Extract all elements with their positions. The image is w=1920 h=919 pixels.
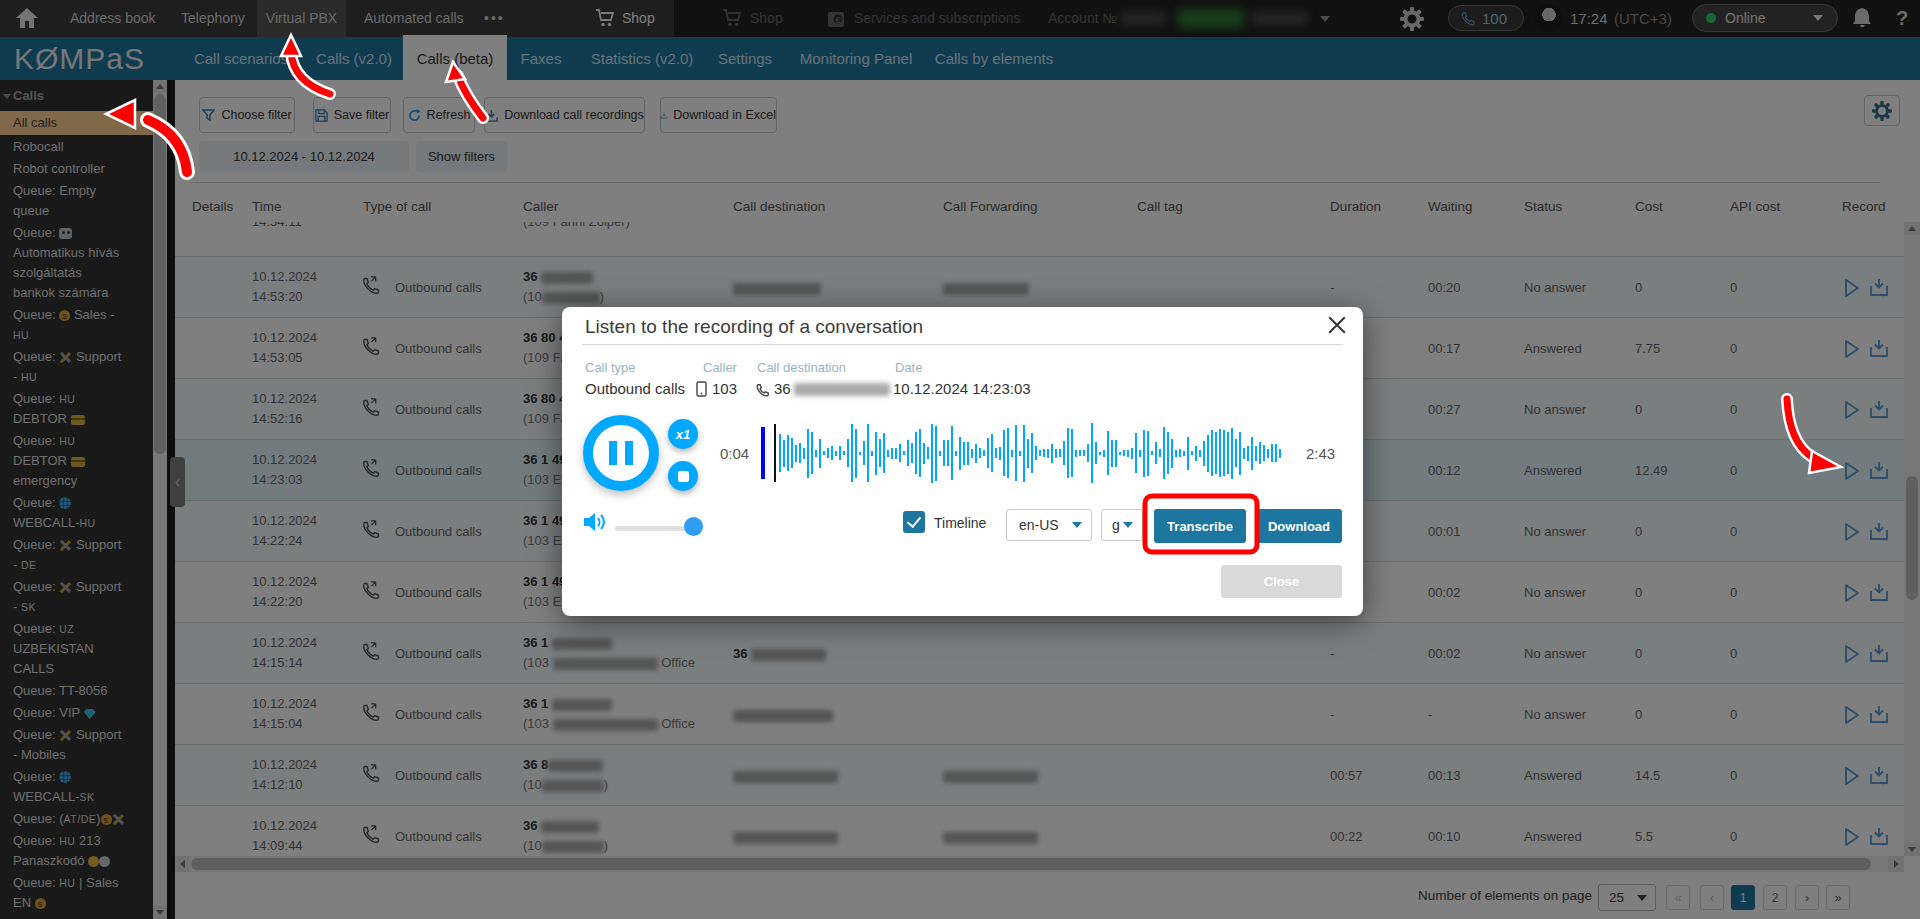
mobile-phone-icon xyxy=(696,381,707,397)
recording-modal: Listen to the recording of a conversatio… xyxy=(562,307,1363,616)
gender-chevron-down-icon xyxy=(1123,522,1133,528)
date-value: 10.12.2024 14:23:03 xyxy=(893,380,1031,397)
close-button[interactable]: Close xyxy=(1221,565,1342,598)
waveform-cursor[interactable] xyxy=(774,424,776,482)
modal-close-icon[interactable] xyxy=(1327,315,1347,335)
elapsed-time: 0:04 xyxy=(720,445,749,462)
pause-button[interactable] xyxy=(583,415,659,491)
date-label: Date xyxy=(895,360,922,375)
speaker-icon[interactable] xyxy=(582,510,608,534)
timeline-checkbox[interactable] xyxy=(903,511,925,533)
dest-value-redacted xyxy=(794,383,890,396)
transcribe-button[interactable]: Transcribe xyxy=(1154,509,1246,543)
speed-button[interactable]: x1 xyxy=(668,419,698,449)
waveform[interactable] xyxy=(779,421,1283,485)
call-type-label: Call type xyxy=(585,360,636,375)
caller-label: Caller xyxy=(703,360,737,375)
dest-value-prefix: 36 xyxy=(774,380,791,397)
handset-icon xyxy=(756,383,770,397)
call-type-value: Outbound calls xyxy=(585,380,685,397)
caller-value: 103 xyxy=(712,380,737,397)
volume-knob[interactable] xyxy=(684,517,703,536)
timeline-label: Timeline xyxy=(934,515,986,531)
language-select[interactable]: en-US xyxy=(1006,509,1092,541)
download-button[interactable]: Download xyxy=(1256,509,1342,543)
language-chevron-down-icon xyxy=(1072,522,1082,528)
dest-label: Call destination xyxy=(757,360,846,375)
modal-divider xyxy=(582,344,1343,345)
gender-select[interactable]: g xyxy=(1101,509,1143,541)
stop-button[interactable] xyxy=(668,461,698,491)
total-time: 2:43 xyxy=(1306,445,1335,462)
waveform-progress xyxy=(761,427,765,479)
modal-title: Listen to the recording of a conversatio… xyxy=(585,316,923,338)
